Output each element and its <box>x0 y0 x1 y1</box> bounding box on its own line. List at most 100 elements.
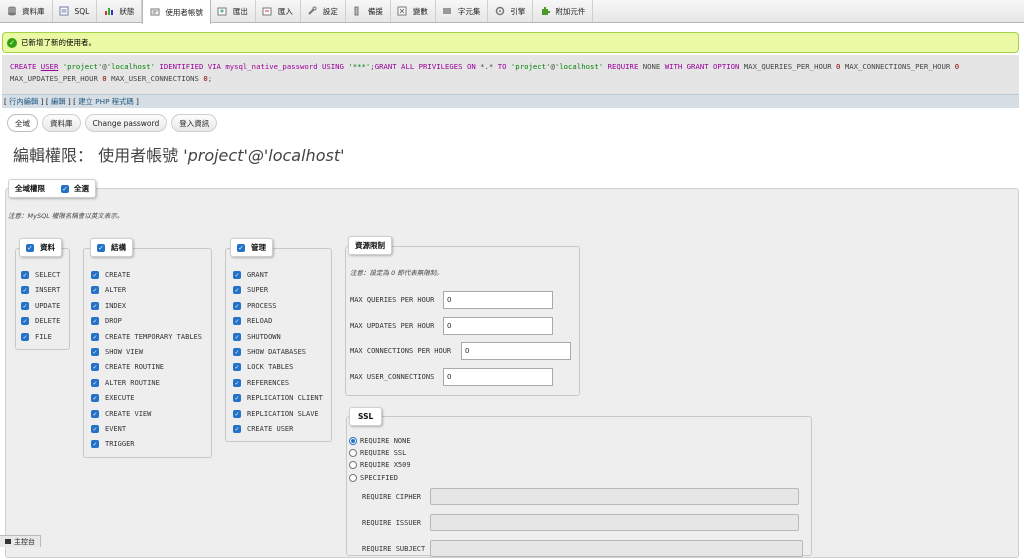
select-all-checkbox[interactable]: ✓ <box>61 184 69 193</box>
ssl-option-specified[interactable]: SPECIFIED <box>349 473 398 482</box>
limit-input-max-user-connections[interactable]: 0 <box>443 368 553 387</box>
privilege-create[interactable]: ✓ CREATE <box>91 271 130 279</box>
admin-group-checkbox[interactable]: ✓ <box>237 243 245 252</box>
tab-plugin[interactable]: 附加元件 <box>533 0 594 22</box>
privilege-reload[interactable]: ✓ RELOAD <box>233 317 272 326</box>
ssl-input-require-subject[interactable] <box>430 540 803 557</box>
privilege-checkbox[interactable]: ✓ <box>91 425 99 433</box>
privilege-checkbox[interactable]: ✓ <box>233 317 241 326</box>
data-group-checkbox[interactable]: ✓ <box>26 243 34 252</box>
privilege-super[interactable]: ✓ SUPER <box>233 286 268 295</box>
privilege-show-databases[interactable]: ✓ SHOW DATABASES <box>233 348 306 356</box>
privilege-create-routine[interactable]: ✓ CREATE ROUTINE <box>91 363 164 372</box>
privilege-grant[interactable]: ✓ GRANT <box>233 271 268 279</box>
privilege-checkbox[interactable]: ✓ <box>91 363 99 372</box>
subtab-global[interactable]: 全域 <box>7 114 38 132</box>
tab-import[interactable]: 匯入 <box>256 0 301 22</box>
structure-group-checkbox[interactable]: ✓ <box>97 243 105 252</box>
privilege-checkbox[interactable]: ✓ <box>233 394 241 403</box>
create-php-code-link[interactable]: 建立 PHP 程式碼 <box>78 97 133 106</box>
privilege-checkbox[interactable]: ✓ <box>91 317 99 326</box>
privilege-replication-client[interactable]: ✓ REPLICATION CLIENT <box>233 394 323 403</box>
radio-button[interactable] <box>349 449 357 458</box>
privilege-checkbox[interactable]: ✓ <box>233 409 241 418</box>
ssl-option-require-ssl[interactable]: REQUIRE SSL <box>349 449 406 458</box>
privilege-checkbox[interactable]: ✓ <box>91 409 99 418</box>
privilege-drop[interactable]: ✓ DROP <box>91 317 122 326</box>
privilege-create-temporary-tables[interactable]: ✓ CREATE TEMPORARY TABLES <box>91 332 202 341</box>
tab-database[interactable]: 資料庫 <box>0 0 53 22</box>
privilege-delete[interactable]: ✓ DELETE <box>21 317 60 326</box>
privilege-checkbox[interactable]: ✓ <box>233 301 241 310</box>
privilege-execute[interactable]: ✓ EXECUTE <box>91 394 135 403</box>
privilege-checkbox[interactable]: ✓ <box>91 286 99 295</box>
radio-button[interactable] <box>349 473 357 482</box>
privilege-checkbox[interactable]: ✓ <box>233 348 241 356</box>
tab-engine[interactable]: 引擎 <box>488 0 534 22</box>
tab-export[interactable]: 匯出 <box>211 0 256 22</box>
tab-charset[interactable]: 字元集 <box>436 0 489 22</box>
privilege-checkbox[interactable]: ✓ <box>91 301 99 310</box>
tab-variables[interactable]: 變數 <box>391 0 436 22</box>
sql-query-line-2: MAX_UPDATES_PER_HOUR 0 MAX_USER_CONNECTI… <box>10 73 1011 85</box>
tab-sql[interactable]: SQL <box>53 0 98 22</box>
privilege-checkbox[interactable]: ✓ <box>91 394 99 403</box>
privilege-checkbox[interactable]: ✓ <box>233 332 241 341</box>
privilege-file[interactable]: ✓ FILE <box>21 332 52 341</box>
privilege-update[interactable]: ✓ UPDATE <box>21 301 60 310</box>
privilege-alter-routine[interactable]: ✓ ALTER ROUTINE <box>91 378 160 387</box>
privilege-checkbox[interactable]: ✓ <box>21 271 29 279</box>
privilege-shutdown[interactable]: ✓ SHUTDOWN <box>233 332 281 341</box>
privilege-select[interactable]: ✓ SELECT <box>21 271 60 279</box>
subtab-change-password[interactable]: Change password <box>84 114 168 132</box>
privilege-alter[interactable]: ✓ ALTER <box>91 286 126 295</box>
ssl-input-require-issuer[interactable] <box>430 514 799 531</box>
privilege-index[interactable]: ✓ INDEX <box>91 301 126 310</box>
privilege-checkbox[interactable]: ✓ <box>21 286 29 295</box>
subtab-login-information[interactable]: 登入資訊 <box>171 114 218 132</box>
privilege-process[interactable]: ✓ PROCESS <box>233 301 277 310</box>
privilege-checkbox[interactable]: ✓ <box>233 425 241 433</box>
privilege-references[interactable]: ✓ REFERENCES <box>233 378 289 387</box>
privilege-checkbox[interactable]: ✓ <box>233 378 241 387</box>
privilege-trigger[interactable]: ✓ TRIGGER <box>91 440 135 449</box>
sql-token: 'project' <box>62 62 103 71</box>
limit-input-max-connections-per-hour[interactable]: 0 <box>461 342 571 361</box>
inline-edit-link[interactable]: 行內編輯 <box>9 97 38 106</box>
privilege-event[interactable]: ✓ EVENT <box>91 425 126 433</box>
privilege-checkbox[interactable]: ✓ <box>91 440 99 449</box>
privilege-create-user[interactable]: ✓ CREATE USER <box>233 425 293 433</box>
privilege-lock-tables[interactable]: ✓ LOCK TABLES <box>233 363 293 372</box>
edit-link[interactable]: 編輯 <box>51 97 66 106</box>
privilege-checkbox[interactable]: ✓ <box>21 301 29 310</box>
privilege-checkbox[interactable]: ✓ <box>91 378 99 387</box>
privilege-replication-slave[interactable]: ✓ REPLICATION SLAVE <box>233 409 319 418</box>
tab-wrench[interactable]: 設定 <box>301 0 346 22</box>
page-title: 編輯權限： 使用者帳號 'project'@'localhost' <box>13 142 344 166</box>
privilege-checkbox[interactable]: ✓ <box>91 332 99 341</box>
select-all-label[interactable]: 全選 <box>74 183 89 194</box>
ssl-option-require-none[interactable]: REQUIRE NONE <box>349 437 411 445</box>
tab-users[interactable]: 使用者帳號 <box>142 0 211 24</box>
users-icon <box>149 7 160 18</box>
ssl-option-require-x509[interactable]: REQUIRE X509 <box>349 461 411 470</box>
tab-replication[interactable]: 備援 <box>346 0 391 22</box>
privilege-checkbox[interactable]: ✓ <box>233 363 241 372</box>
privilege-checkbox[interactable]: ✓ <box>21 332 29 341</box>
radio-button[interactable] <box>349 437 357 445</box>
ssl-input-require-cipher[interactable] <box>430 488 799 505</box>
privilege-checkbox[interactable]: ✓ <box>21 317 29 326</box>
radio-button[interactable] <box>349 461 357 470</box>
privilege-create-view[interactable]: ✓ CREATE VIEW <box>91 409 151 418</box>
privilege-insert[interactable]: ✓ INSERT <box>21 286 60 295</box>
privilege-checkbox[interactable]: ✓ <box>91 271 99 279</box>
tab-status-chart[interactable]: 狀態 <box>97 0 143 22</box>
privilege-checkbox[interactable]: ✓ <box>233 271 241 279</box>
privilege-checkbox[interactable]: ✓ <box>233 286 241 295</box>
limit-input-max-updates-per-hour[interactable]: 0 <box>443 316 553 335</box>
limit-input-max-queries-per-hour[interactable]: 0 <box>443 291 553 309</box>
privilege-checkbox[interactable]: ✓ <box>91 348 99 356</box>
privilege-show-view[interactable]: ✓ SHOW VIEW <box>91 348 143 356</box>
console-toggle[interactable]: 主控台 <box>0 535 41 547</box>
subtab-database[interactable]: 資料庫 <box>42 114 81 132</box>
